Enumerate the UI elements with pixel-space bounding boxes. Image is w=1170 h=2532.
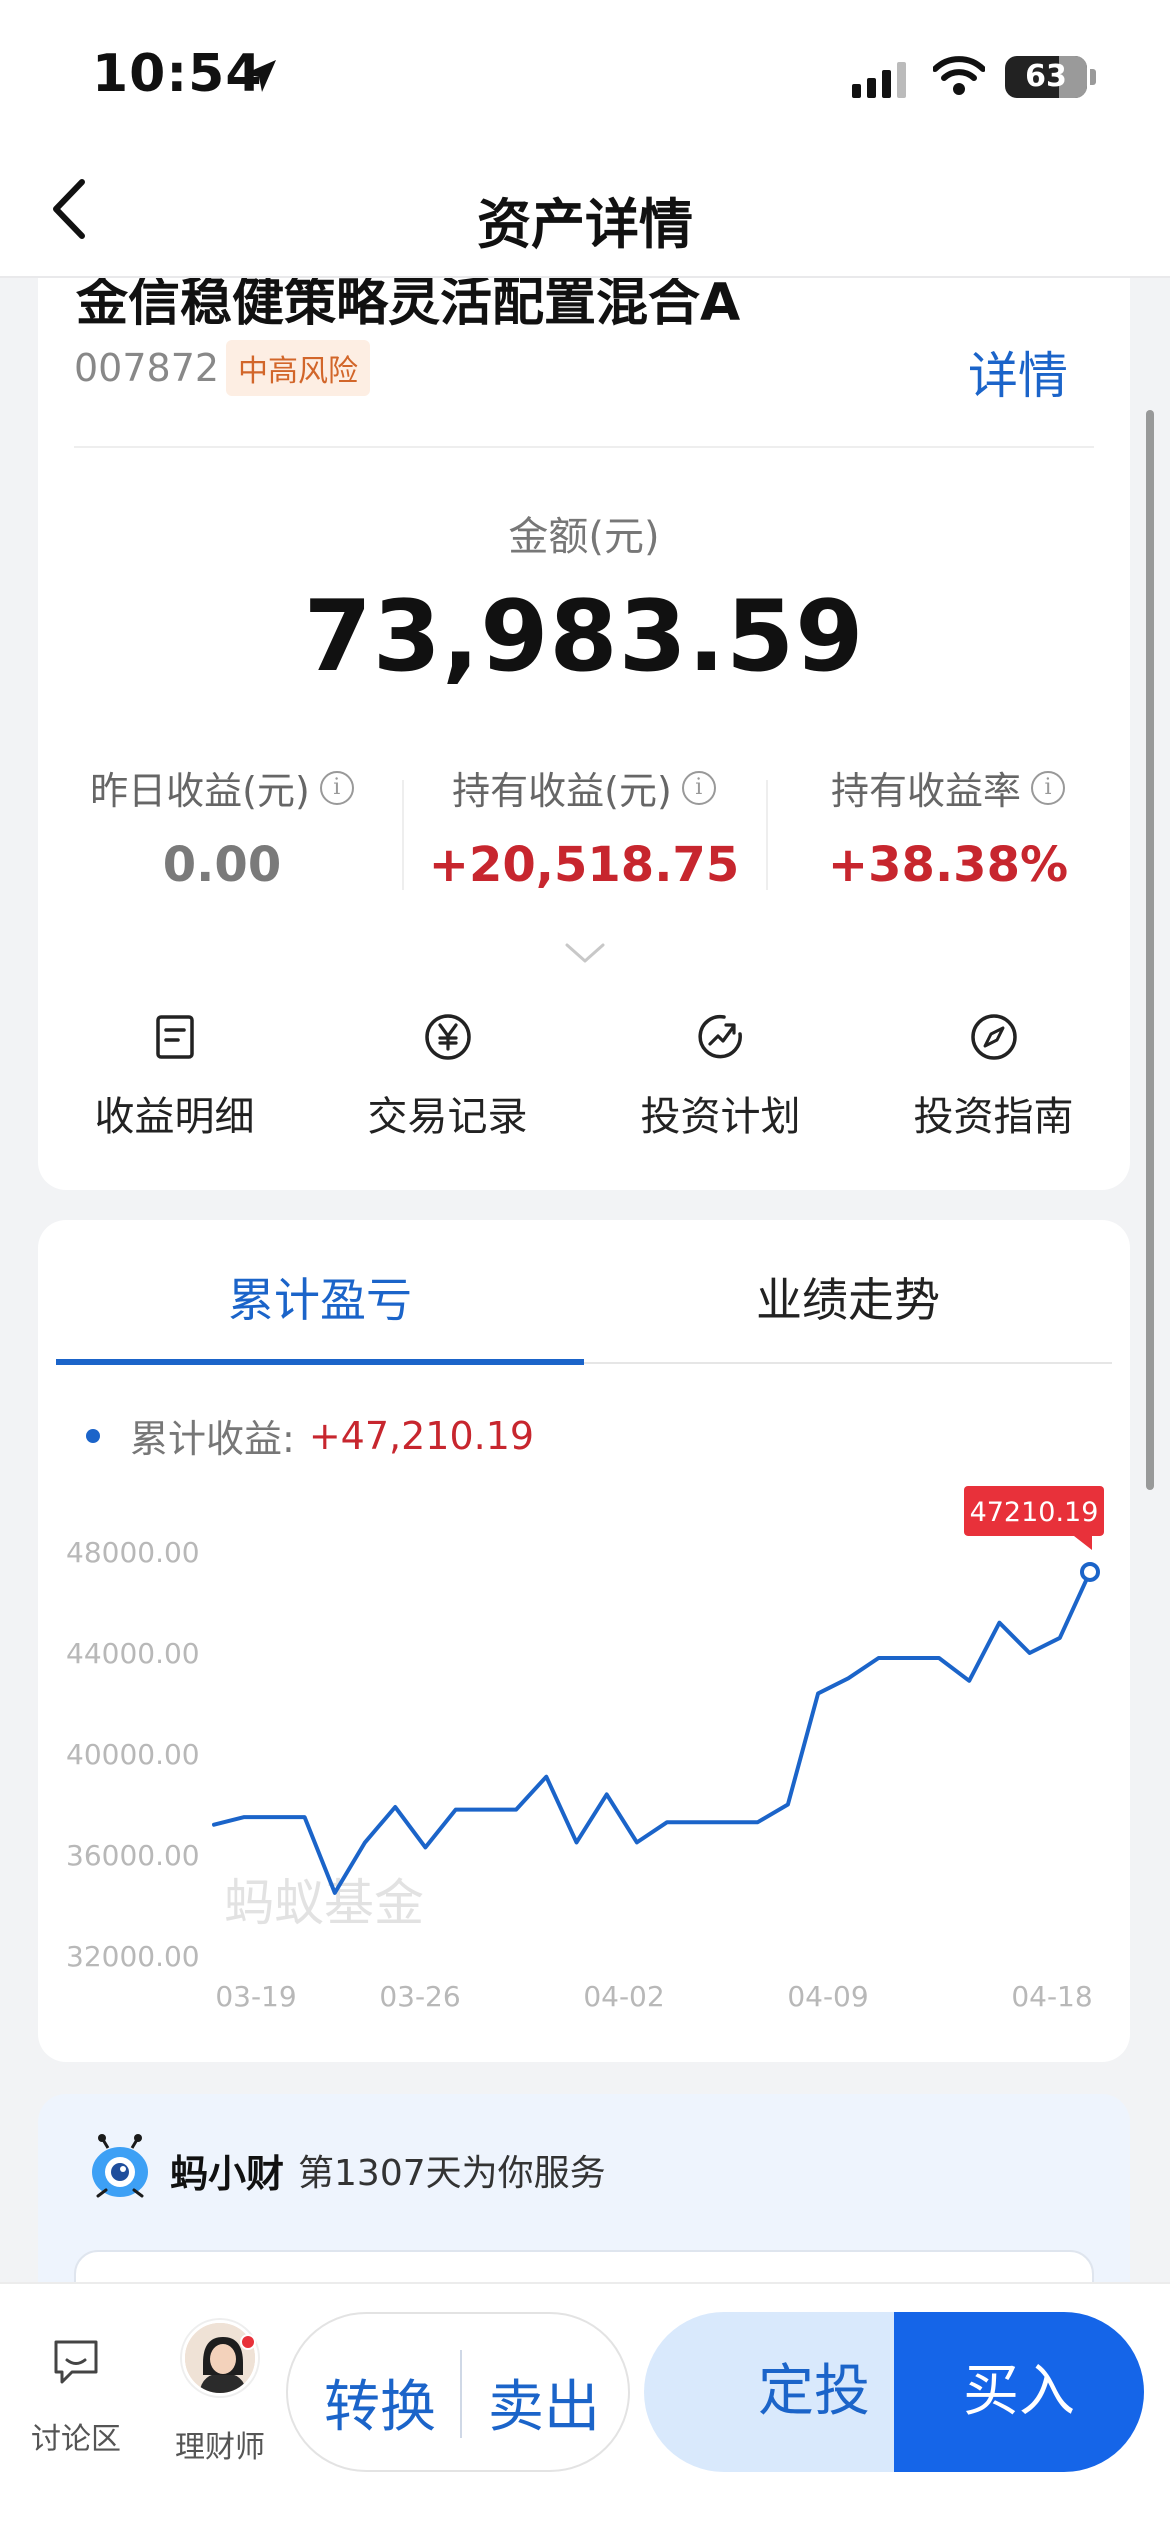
fund-summary-card: 金信稳健策略灵活配置混合A 007872 中高风险 详情 金额(元) 73,98… xyxy=(38,200,1130,1190)
x-tick-label: 04-09 xyxy=(787,1980,868,2013)
quick-action-label: 投资计划 xyxy=(640,1094,801,1140)
info-icon[interactable]: i xyxy=(681,770,716,805)
detail-link[interactable]: 详情 xyxy=(968,336,1068,408)
page-title: 资产详情 xyxy=(477,193,693,256)
stat-holding-profit: 持有收益(元) i +20,518.75 xyxy=(402,760,766,893)
stat-holding-rate: 持有收益率 i +38.38% xyxy=(766,760,1130,893)
stat-value: +38.38% xyxy=(827,837,1069,893)
stat-value: 0.00 xyxy=(162,837,282,893)
y-tick-label: 40000.00 xyxy=(66,1738,200,1771)
legend-dot xyxy=(86,1428,100,1443)
quick-action-invest-plan[interactable]: 投资计划 xyxy=(584,1012,857,1142)
cumulative-value: +47,210.19 xyxy=(308,1413,535,1458)
discussion-button[interactable]: 讨论区 xyxy=(28,2336,124,2458)
x-tick-label: 04-18 xyxy=(1011,1980,1092,2013)
yen-icon xyxy=(424,1014,471,1060)
stat-yesterday-profit: 昨日收益(元) i 0.00 xyxy=(40,760,404,893)
stat-label: 昨日收益(元) xyxy=(90,769,310,813)
info-icon[interactable]: i xyxy=(1031,770,1065,805)
x-tick-label: 04-02 xyxy=(583,1980,664,2013)
tab-performance-trend[interactable]: 业绩走势 xyxy=(584,1264,1112,1330)
battery-icon: 63 xyxy=(1005,56,1087,98)
amount-value: 73,983.59 xyxy=(303,580,865,694)
advisor-button[interactable]: 理财师 xyxy=(168,2320,272,2466)
active-tab-indicator xyxy=(56,1359,584,1365)
nav-bar: 资产详情 xyxy=(0,150,1170,278)
pill-divider xyxy=(460,2350,462,2438)
location-arrow-icon xyxy=(244,60,276,92)
status-time: 10:54 xyxy=(92,44,263,104)
last-value-label: 47210.19 xyxy=(970,1497,1099,1528)
battery-level: 63 xyxy=(1025,59,1067,94)
document-icon xyxy=(155,1015,194,1059)
stat-label: 持有收益(元) xyxy=(452,769,672,813)
ant-assistant-icon xyxy=(92,2134,148,2198)
assistant-service-days: 第1307天为你服务 xyxy=(298,2153,606,2194)
compass-icon xyxy=(970,1014,1017,1060)
quick-action-label: 收益明细 xyxy=(94,1094,255,1140)
cumulative-profit-row: 累计收益: +47,210.19 xyxy=(86,1408,534,1463)
tab-bar: 累计盈亏 业绩走势 xyxy=(56,1220,1112,1365)
bottom-action-bar: 讨论区 理财师 转换 卖出 定投 买入 xyxy=(0,2282,1170,2532)
divider xyxy=(74,446,1094,448)
quick-action-invest-guide[interactable]: 投资指南 xyxy=(857,1012,1130,1142)
convert-sell-group: 转换 卖出 xyxy=(286,2312,630,2472)
notification-dot xyxy=(240,2334,256,2350)
quick-action-profit-detail[interactable]: 收益明细 xyxy=(38,1012,311,1142)
quick-action-label: 投资指南 xyxy=(913,1094,1074,1140)
fund-code: 007872 xyxy=(74,346,220,390)
assistant-name: 蚂小财 xyxy=(170,2151,285,2196)
x-tick-label: 03-19 xyxy=(215,1980,296,2013)
buy-button[interactable]: 买入 xyxy=(894,2312,1144,2472)
status-bar: 10:54 63 xyxy=(0,0,1170,150)
amount-label: 金额(元) xyxy=(508,514,660,560)
tab-cumulative-pnl[interactable]: 累计盈亏 xyxy=(56,1264,584,1330)
cumulative-label: 累计收益: xyxy=(130,1417,295,1461)
chat-bubble-icon xyxy=(54,2340,98,2384)
discussion-label: 讨论区 xyxy=(31,2422,121,2457)
y-tick-label: 48000.00 xyxy=(66,1536,200,1569)
y-tick-label: 32000.00 xyxy=(66,1940,200,1973)
quick-action-trade-records[interactable]: 交易记录 xyxy=(311,1012,584,1142)
info-icon[interactable]: i xyxy=(319,770,354,805)
chart-card: 累计盈亏 业绩走势 累计收益: +47,210.19 48000.00 44000… xyxy=(38,1220,1130,2062)
trend-icon xyxy=(697,1014,742,1059)
sell-button[interactable]: 卖出 xyxy=(488,2362,600,2443)
chart-watermark: 蚂蚁基金 xyxy=(224,1874,424,1932)
stat-value: +20,518.75 xyxy=(428,837,740,893)
y-tick-label: 36000.00 xyxy=(66,1839,200,1872)
last-value-label-pointer xyxy=(1074,1535,1092,1550)
stat-label: 持有收益率 xyxy=(830,769,1021,813)
advisor-avatar xyxy=(182,2320,258,2396)
risk-badge: 中高风险 xyxy=(226,340,370,396)
convert-button[interactable]: 转换 xyxy=(324,2362,436,2443)
x-tick-label: 03-26 xyxy=(379,1980,460,2013)
quick-action-label: 交易记录 xyxy=(367,1094,528,1140)
quick-actions: 收益明细 交易记录 投资计划 投资指南 xyxy=(38,1012,1130,1152)
battery-tip xyxy=(1090,69,1096,85)
y-tick-label: 44000.00 xyxy=(66,1637,200,1670)
scrollbar[interactable] xyxy=(1146,410,1154,1490)
last-point-marker xyxy=(1080,1561,1100,1582)
chevron-down-icon[interactable] xyxy=(564,940,606,966)
cellular-signal-icon xyxy=(852,60,906,98)
wifi-icon xyxy=(933,56,985,95)
assistant-row: 蚂小财 第1307天为你服务 xyxy=(84,2134,606,2206)
stats-row: 昨日收益(元) i 0.00 持有收益(元) i +20,518.75 持有收益率 i… xyxy=(38,760,1130,893)
series-line xyxy=(212,1569,1092,1895)
advisor-label: 理财师 xyxy=(175,2430,265,2465)
cumulative-profit-chart[interactable]: 48000.00 44000.00 40000.00 36000.00 32000.00… xyxy=(38,1460,1130,2060)
